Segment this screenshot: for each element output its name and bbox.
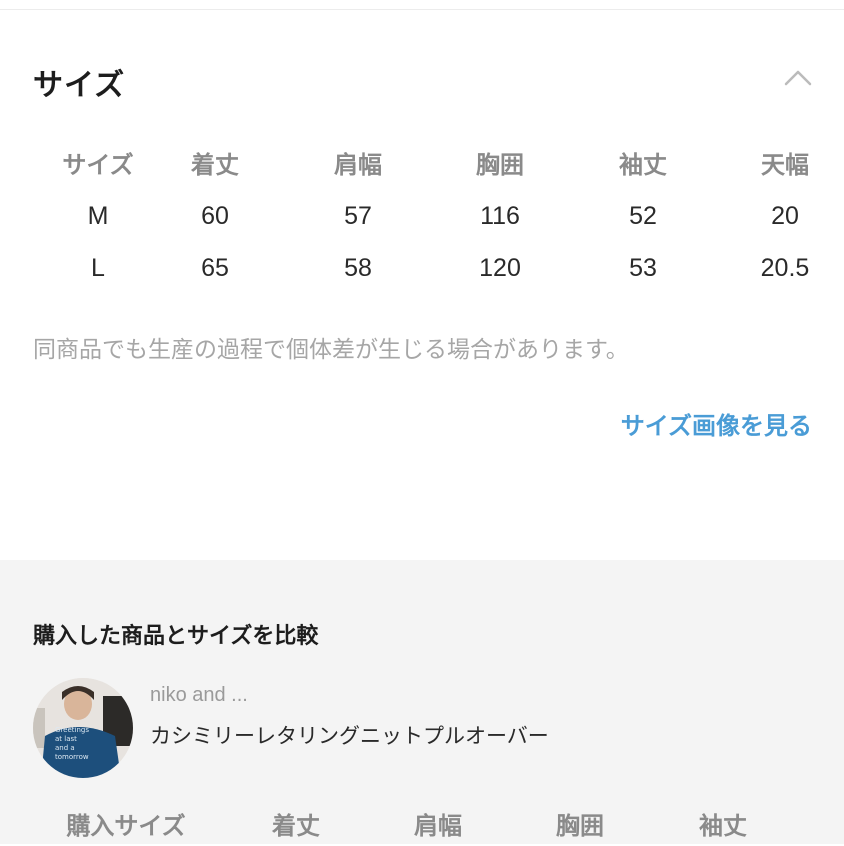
column-header-purchased-size: 購入サイズ (66, 812, 186, 840)
thumbnail-text: Greetings (55, 726, 89, 734)
size-table-header: サイズ 着丈 肩幅 胸囲 袖丈 天幅 (0, 145, 844, 185)
table-cell: 60 (201, 202, 229, 230)
compare-table-header: 購入サイズ 着丈 肩幅 胸囲 袖丈 (0, 806, 844, 846)
table-cell: 20.5 (760, 254, 810, 282)
product-thumbnail[interactable]: Greetings at last and a tomorrow (33, 678, 133, 778)
product-brand: niko and ... (150, 684, 248, 706)
column-header-sleeve: 袖丈 (699, 812, 747, 840)
compare-section-title: 購入した商品とサイズを比較 (33, 624, 319, 649)
size-section-title: サイズ (33, 68, 126, 103)
column-header-chest: 胸囲 (556, 812, 604, 840)
chevron-up-icon (784, 70, 812, 86)
table-cell: 120 (479, 254, 521, 282)
product-name[interactable]: カシミリーレタリングニットプルオーバー (150, 720, 549, 750)
table-cell: 65 (201, 254, 229, 282)
column-header-chest: 胸囲 (476, 151, 524, 179)
thumbnail-text: tomorrow (55, 753, 89, 761)
table-cell: 57 (344, 202, 372, 230)
table-cell: 20 (771, 202, 799, 230)
column-header-neck-width: 天幅 (761, 151, 809, 179)
column-header-length: 着丈 (191, 151, 239, 179)
table-cell: M (87, 202, 109, 230)
table-cell: 58 (344, 254, 372, 282)
column-header-size: サイズ (62, 151, 134, 179)
collapse-button[interactable] (780, 60, 816, 96)
column-header-shoulder: 肩幅 (414, 812, 462, 840)
top-divider (0, 9, 844, 10)
table-cell: 53 (629, 254, 657, 282)
column-header-sleeve: 袖丈 (619, 151, 667, 179)
table-row: M 60 57 116 52 20 (0, 196, 844, 236)
thumbnail-text: and a (55, 744, 75, 752)
compare-section: 購入した商品とサイズを比較 Greetings at last and a to… (0, 560, 844, 844)
table-cell: 116 (480, 202, 520, 230)
table-row: L 65 58 120 53 20.5 (0, 248, 844, 288)
column-header-shoulder: 肩幅 (334, 151, 382, 179)
table-cell: 52 (629, 202, 657, 230)
thumbnail-text: at last (55, 735, 77, 743)
table-cell: L (91, 254, 105, 282)
column-header-length: 着丈 (272, 812, 320, 840)
view-size-image-link[interactable]: サイズ画像を見る (621, 406, 812, 441)
size-variance-note: 同商品でも生産の過程で個体差が生じる場合があります。 (33, 337, 629, 363)
